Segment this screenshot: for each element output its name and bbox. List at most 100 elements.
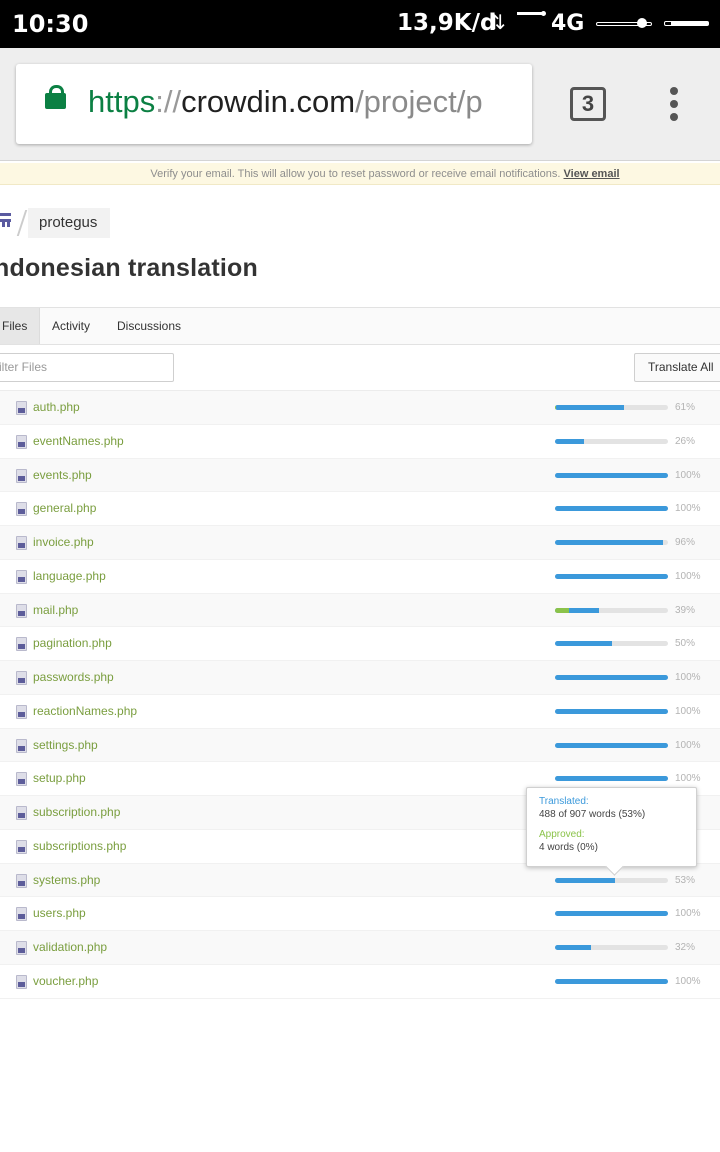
php-file-icon <box>16 603 27 618</box>
file-name-link[interactable]: auth.php <box>33 400 80 414</box>
data-transfer-icon: ⇅ <box>489 10 506 34</box>
translation-progress-bar[interactable] <box>555 776 668 782</box>
translation-progress-bar[interactable] <box>555 978 668 984</box>
tab-files[interactable]: Files <box>0 308 40 344</box>
translated-fill <box>555 573 668 579</box>
file-row[interactable]: language.php 100% <box>0 560 720 594</box>
view-email-link[interactable]: View email <box>564 168 620 180</box>
php-file-icon <box>16 637 27 652</box>
progress-percent: 96% <box>675 537 696 548</box>
php-file-icon <box>16 772 27 787</box>
translation-progress-bar[interactable] <box>555 675 668 680</box>
file-row[interactable]: validation.php 32% <box>0 931 720 965</box>
translated-fill <box>555 742 668 748</box>
progress-percent: 100% <box>675 705 701 717</box>
file-row[interactable]: events.php 100% <box>0 458 720 493</box>
status-network-type: 4G <box>551 11 585 36</box>
page-title: ndonesian translation <box>0 254 258 282</box>
file-name-link[interactable]: setup.php <box>33 771 86 785</box>
tab-bar: Files Activity Discussions <box>0 307 720 345</box>
file-row[interactable]: settings.php 100% <box>0 728 720 763</box>
project-icon[interactable] <box>0 211 14 231</box>
translation-progress-bar[interactable] <box>555 573 668 579</box>
progress-percent: 100% <box>675 570 701 582</box>
php-file-icon <box>16 569 27 584</box>
file-name-link[interactable]: passwords.php <box>33 670 114 684</box>
file-name-link[interactable]: events.php <box>33 468 92 482</box>
file-row[interactable]: auth.php 61% <box>0 391 720 425</box>
translation-progress-bar[interactable] <box>555 742 668 748</box>
file-row[interactable]: reactionNames.php 100% <box>0 695 720 729</box>
file-name-link[interactable]: subscriptions.php <box>33 839 126 853</box>
translated-fill <box>555 438 585 444</box>
file-name-link[interactable]: pagination.php <box>33 636 112 650</box>
translation-progress-bar[interactable] <box>555 877 668 883</box>
more-vert-icon[interactable] <box>664 87 684 123</box>
translation-progress-bar[interactable] <box>555 405 668 410</box>
progress-percent: 26% <box>675 435 696 447</box>
file-name-link[interactable]: general.php <box>33 501 96 515</box>
file-name-link[interactable]: language.php <box>33 569 106 583</box>
file-row[interactable]: passwords.php 100% <box>0 661 720 695</box>
file-name-link[interactable]: reactionNames.php <box>33 704 137 718</box>
translated-fill <box>555 978 668 984</box>
verify-email-banner: Verify your email. This will allow you t… <box>0 163 720 185</box>
progress-percent: 61% <box>675 402 696 413</box>
translation-progress-bar[interactable] <box>555 708 668 714</box>
translation-progress-bar[interactable] <box>555 438 668 444</box>
progress-percent: 100% <box>675 975 701 987</box>
translated-fill <box>555 708 668 714</box>
translation-progress-bar[interactable] <box>555 607 668 613</box>
file-name-link[interactable]: voucher.php <box>33 974 98 988</box>
url-host: crowdin.com <box>181 84 356 119</box>
tooltip-approved-label: Approved: <box>539 829 585 840</box>
php-file-icon <box>16 536 27 550</box>
translation-progress-bar[interactable] <box>555 506 668 512</box>
file-name-link[interactable]: validation.php <box>33 940 107 954</box>
url-path: /project/p <box>355 84 483 119</box>
file-name-link[interactable]: users.php <box>33 906 86 920</box>
file-name-link[interactable]: systems.php <box>33 873 100 887</box>
tab-activity[interactable]: Activity <box>52 308 90 344</box>
file-row[interactable]: general.php 100% <box>0 492 720 526</box>
translated-fill <box>555 877 615 883</box>
file-row[interactable]: mail.php 39% <box>0 593 720 628</box>
filter-files-input[interactable]: ilter Files <box>0 353 174 382</box>
file-name-link[interactable]: invoice.php <box>33 535 94 549</box>
translated-fill <box>555 506 668 512</box>
translation-progress-bar[interactable] <box>555 641 668 647</box>
translated-fill <box>555 540 664 545</box>
php-file-icon <box>16 907 27 922</box>
progress-percent: 39% <box>675 604 696 616</box>
file-name-link[interactable]: mail.php <box>33 603 78 617</box>
file-row[interactable]: users.php 100% <box>0 897 720 931</box>
progress-percent: 100% <box>675 503 701 515</box>
breadcrumb-separator <box>16 210 28 236</box>
file-list: auth.php 61% eventNames.php 26% events.php 10… <box>0 390 720 999</box>
address-bar[interactable]: https://crowdin.com/project/p <box>16 64 532 144</box>
progress-percent: 100% <box>675 739 701 751</box>
tab-discussions[interactable]: Discussions <box>117 308 181 344</box>
translated-fill <box>555 472 668 478</box>
breadcrumb-project[interactable]: protegus <box>28 208 111 238</box>
file-name-link[interactable]: settings.php <box>33 738 98 752</box>
file-row[interactable]: pagination.php 50% <box>0 627 720 661</box>
translation-progress-bar[interactable] <box>555 911 668 917</box>
file-row[interactable]: invoice.php 96% <box>0 526 720 560</box>
php-file-icon <box>16 974 27 989</box>
php-file-icon <box>16 401 27 415</box>
file-row[interactable]: eventNames.php 26% <box>0 425 720 459</box>
php-file-icon <box>16 941 27 955</box>
translate-all-button[interactable]: Translate All <box>634 353 720 382</box>
url-text[interactable]: https://crowdin.com/project/p <box>88 84 483 120</box>
file-row[interactable]: voucher.php 100% <box>0 965 720 999</box>
file-name-link[interactable]: subscription.php <box>33 805 120 819</box>
tab-switcher-button[interactable]: 3 <box>570 87 606 121</box>
translation-progress-bar[interactable] <box>555 472 668 478</box>
php-file-icon <box>16 502 27 517</box>
url-scheme: https <box>88 84 156 119</box>
translation-progress-bar[interactable] <box>555 945 668 950</box>
file-name-link[interactable]: eventNames.php <box>33 434 124 448</box>
progress-percent: 53% <box>675 874 696 886</box>
translation-progress-bar[interactable] <box>555 540 668 545</box>
